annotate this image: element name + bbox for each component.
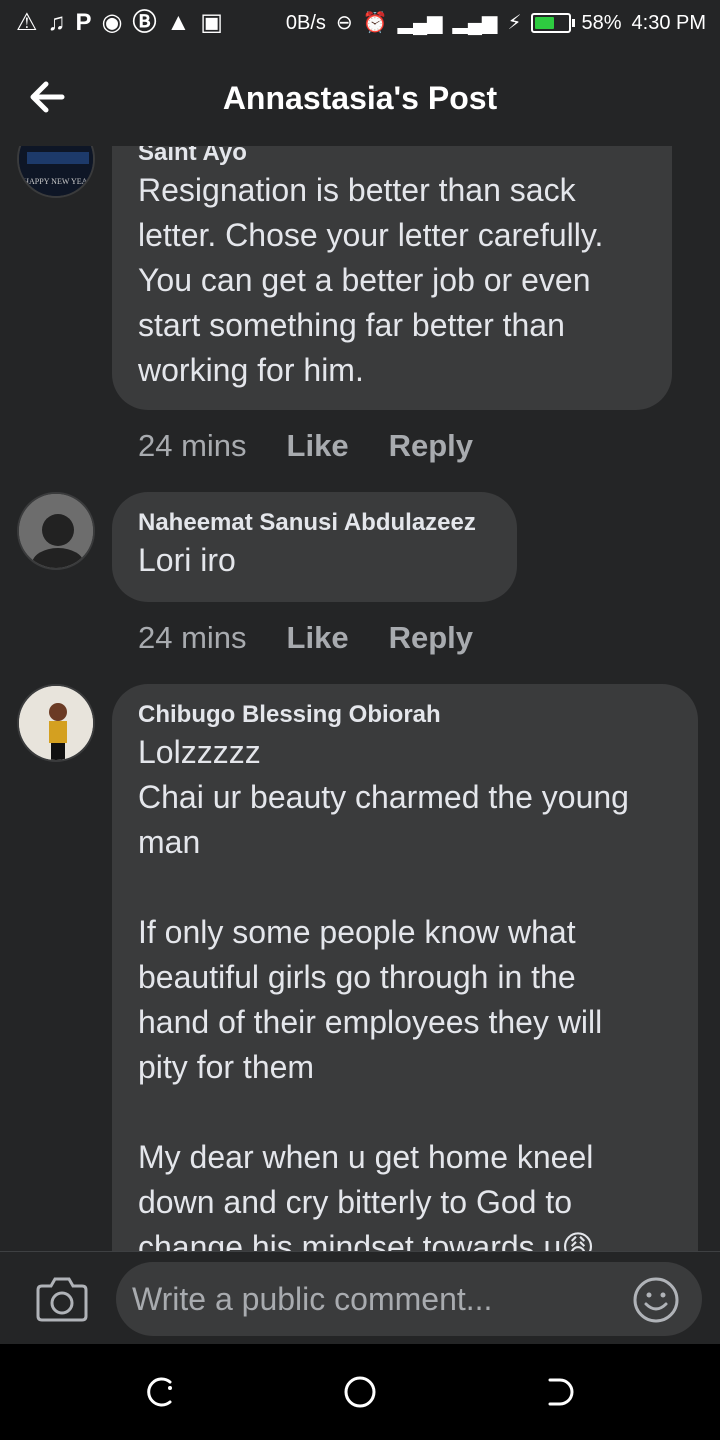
app-header: Annastasia's Post [0, 48, 720, 146]
avatar[interactable]: HAPPY NEW YEAR [17, 146, 95, 198]
comment-time: 24 mins [138, 620, 247, 655]
comment-input[interactable] [116, 1262, 702, 1336]
home-icon[interactable] [342, 1374, 378, 1410]
comment-author[interactable]: Naheemat Sanusi Abdulazeez [138, 508, 491, 538]
charging-icon: ⚡ [507, 12, 522, 34]
avatar-image [19, 494, 93, 568]
avatar-image: HAPPY NEW YEAR [19, 146, 93, 196]
comment-text: Resignation is better than sack letter. … [138, 172, 604, 388]
system-status: 0B/s ⊖ ⏰ ▂▄▆ ▂▄▆ ⚡ 58% 4:30 PM [286, 8, 706, 38]
like-button[interactable]: Like [287, 618, 349, 658]
battery-percent: 58% [581, 12, 622, 34]
b-icon: Ⓑ [132, 9, 157, 36]
avatar-image [19, 686, 93, 760]
battery-fill [535, 17, 555, 29]
alert-icon: ▲ [166, 9, 191, 36]
emoji-icon[interactable] [632, 1276, 680, 1324]
comment-author[interactable]: Saint Ayo [138, 146, 646, 168]
warning-icon: ⚠ [16, 9, 38, 36]
notification-icons: ⚠ ♫ P ◉ Ⓑ ▲ ▣ [16, 8, 223, 38]
avatar[interactable] [17, 684, 95, 762]
music-icon: ♫ [47, 9, 66, 36]
comment-composer [0, 1251, 720, 1344]
clock: 4:30 PM [631, 12, 706, 34]
comment-bubble[interactable]: Chibugo Blessing Obiorah Lolzzzzz Chai u… [112, 684, 698, 1251]
status-bar: ⚠ ♫ P ◉ Ⓑ ▲ ▣ 0B/s ⊖ ⏰ ▂▄▆ ▂▄▆ ⚡ 58% 4:3… [0, 0, 720, 48]
dnd-icon: ⊖ [335, 12, 353, 34]
like-button[interactable]: Like [287, 426, 349, 466]
page-title: Annastasia's Post [222, 80, 498, 116]
image-icon: ▣ [200, 9, 223, 36]
comment-time: 24 mins [138, 428, 247, 463]
comments-list[interactable]: HAPPY NEW YEAR Saint Ayo Resignation is … [0, 146, 720, 1251]
reply-button[interactable]: Reply [389, 618, 473, 658]
reply-button[interactable]: Reply [389, 426, 473, 466]
comment-actions: 24 mins Like Reply [138, 618, 473, 658]
svg-text:HAPPY NEW YEAR: HAPPY NEW YEAR [23, 177, 93, 186]
net-speed: 0B/s [285, 12, 326, 34]
circle-icon: ◉ [101, 9, 123, 36]
comment-text: Lolzzzzz Chai ur beauty charmed the youn… [138, 734, 629, 1251]
comment-actions: 24 mins Like Reply [138, 426, 473, 466]
comment-bubble[interactable]: Saint Ayo Resignation is better than sac… [112, 146, 672, 410]
battery-icon [531, 13, 576, 33]
p-icon: P [75, 9, 92, 36]
avatar[interactable] [17, 492, 95, 570]
comment-author[interactable]: Chibugo Blessing Obiorah [138, 700, 672, 730]
signal-2-icon: ▂▄▆ [452, 12, 498, 34]
system-nav-bar [0, 1344, 720, 1440]
recent-apps-icon[interactable] [142, 1374, 178, 1410]
comment-bubble[interactable]: Naheemat Sanusi Abdulazeez Lori iro [112, 492, 517, 602]
camera-icon[interactable] [36, 1276, 88, 1322]
comment-text: Lori iro [138, 542, 236, 578]
alarm-icon: ⏰ [362, 12, 388, 34]
signal-icon: ▂▄▆ [397, 12, 443, 34]
back-nav-icon[interactable] [542, 1374, 578, 1410]
